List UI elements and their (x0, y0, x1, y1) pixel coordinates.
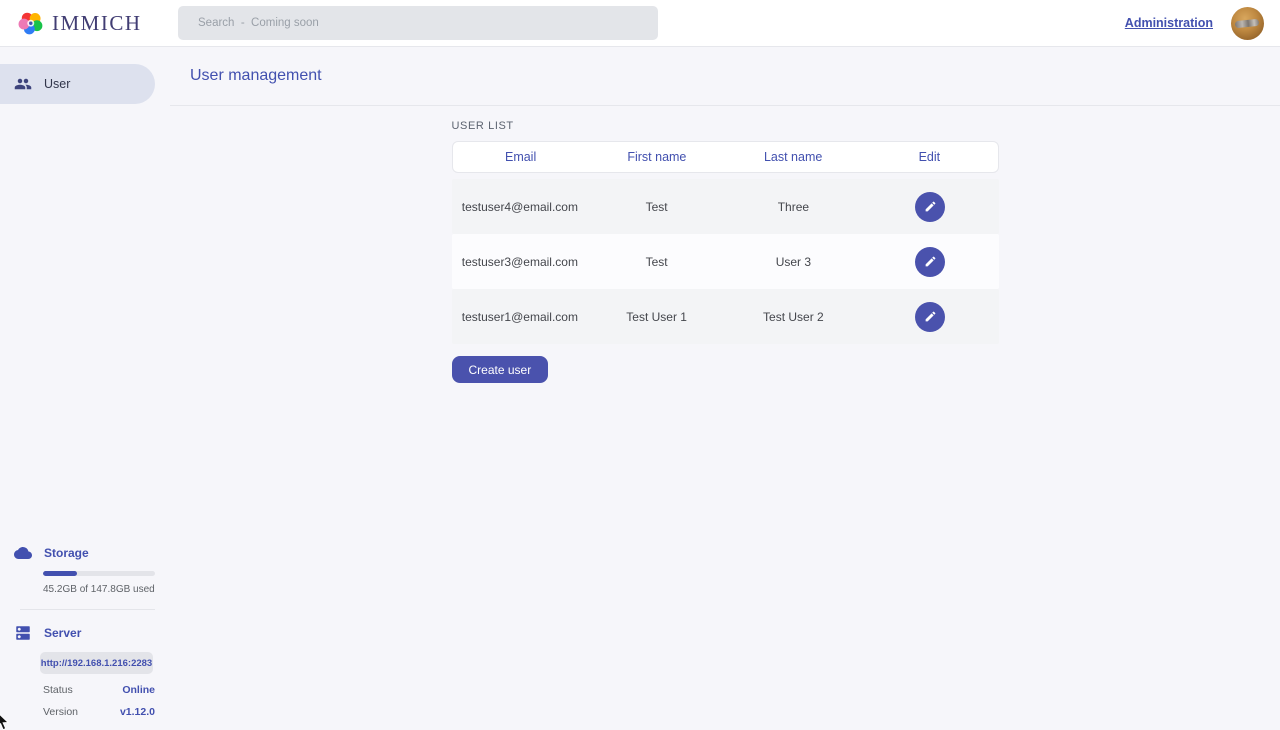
cell-edit (862, 192, 999, 222)
user-table-header: EmailFirst nameLast nameEdit (452, 141, 999, 173)
search-input[interactable] (178, 6, 658, 40)
user-avatar[interactable] (1231, 7, 1264, 40)
sidebar-item-label: User (44, 77, 70, 91)
page-title: User management (190, 67, 322, 85)
storage-progress-bar (43, 571, 155, 576)
page-title-bar: User management (170, 47, 1280, 106)
server-version-label: Version (43, 706, 78, 718)
sidebar-divider (20, 609, 155, 610)
app-title: IMMICH (52, 11, 142, 36)
column-header: Edit (861, 150, 997, 164)
main-content: User management USER LIST EmailFirst nam… (170, 47, 1280, 730)
storage-progress-fill (43, 571, 77, 576)
cell-last-name: Three (725, 200, 862, 214)
storage-title: Storage (44, 546, 89, 560)
app-logo[interactable]: IMMICH (18, 10, 178, 36)
user-list-label: USER LIST (452, 120, 999, 132)
table-row: testuser4@email.comTestThree (452, 179, 999, 234)
table-row: testuser3@email.comTestUser 3 (452, 234, 999, 289)
cloud-icon (14, 544, 32, 562)
cell-email: testuser1@email.com (452, 310, 589, 324)
edit-user-button[interactable] (915, 302, 945, 332)
server-status-value: Online (122, 684, 155, 696)
cell-last-name: User 3 (725, 255, 862, 269)
column-header: Last name (725, 150, 861, 164)
immich-flower-icon (18, 10, 44, 36)
server-status-label: Status (43, 684, 73, 696)
pencil-icon (924, 310, 937, 323)
cell-first-name: Test (588, 200, 725, 214)
cell-edit (862, 247, 999, 277)
pencil-icon (924, 255, 937, 268)
server-url: http://192.168.1.216:2283 (40, 652, 153, 674)
cell-last-name: Test User 2 (725, 310, 862, 324)
table-row: testuser1@email.comTest User 1Test User … (452, 289, 999, 344)
users-group-icon (14, 75, 32, 93)
edit-user-button[interactable] (915, 192, 945, 222)
cell-edit (862, 302, 999, 332)
create-user-button[interactable]: Create user (452, 356, 549, 383)
administration-link[interactable]: Administration (1125, 16, 1213, 30)
sidebar: User Storage 45.2GB of 147.8GB used Serv… (0, 47, 170, 730)
column-header: First name (589, 150, 725, 164)
pencil-icon (924, 200, 937, 213)
cell-email: testuser4@email.com (452, 200, 589, 214)
sidebar-footer: Storage 45.2GB of 147.8GB used Server ht… (0, 544, 155, 718)
column-header: Email (453, 150, 589, 164)
server-icon (14, 624, 32, 642)
cell-email: testuser3@email.com (452, 255, 589, 269)
cell-first-name: Test (588, 255, 725, 269)
user-table-rows: testuser4@email.comTestThreetestuser3@em… (452, 179, 999, 344)
top-bar: IMMICH Administration (0, 0, 1280, 47)
edit-user-button[interactable] (915, 247, 945, 277)
cell-first-name: Test User 1 (588, 310, 725, 324)
server-title: Server (44, 626, 81, 640)
storage-usage-text: 45.2GB of 147.8GB used (43, 584, 155, 595)
sidebar-item-user[interactable]: User (0, 64, 155, 104)
server-version-value: v1.12.0 (120, 706, 155, 718)
